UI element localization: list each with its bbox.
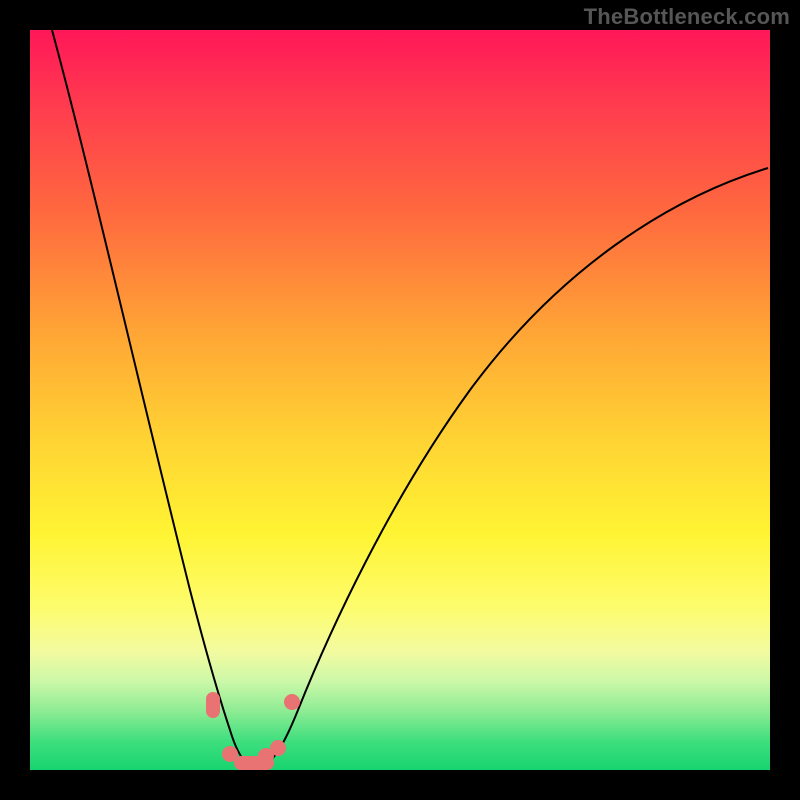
bottleneck-curve-left (52, 30, 254, 768)
data-marker (270, 740, 286, 756)
data-marker (206, 692, 220, 718)
plot-area (30, 30, 770, 770)
data-marker (284, 694, 300, 710)
bottleneck-curve-right (254, 168, 768, 768)
chart-container: TheBottleneck.com (0, 0, 800, 800)
watermark-text: TheBottleneck.com (584, 4, 790, 30)
curve-layer (30, 30, 770, 770)
